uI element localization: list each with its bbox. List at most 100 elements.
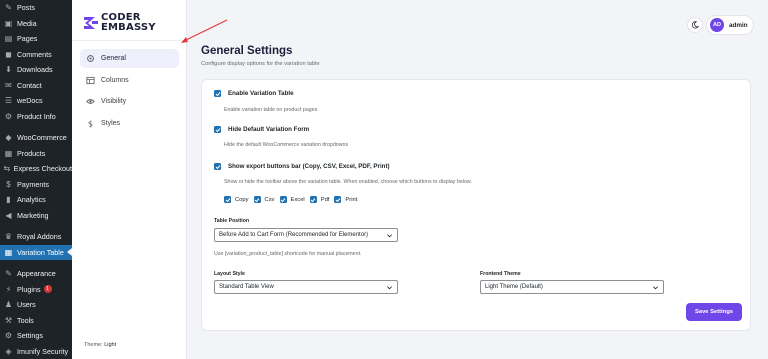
wp-menu-item[interactable]: ⚙ Settings xyxy=(0,328,72,344)
checkbox-checked-icon xyxy=(214,126,221,133)
wp-menu-label: Posts xyxy=(17,3,35,13)
shield-icon: ◈ xyxy=(5,346,12,356)
wp-menu-item[interactable]: ⚒ Tools xyxy=(0,313,72,329)
columns-icon xyxy=(86,76,95,85)
brand-name: CODER EMBASSY xyxy=(101,13,156,32)
option-label: Hide Default Variation Form xyxy=(228,126,310,133)
export-option-label: Pdf xyxy=(320,196,330,203)
wp-menu-label: Comments xyxy=(17,49,52,59)
wp-menu-item[interactable]: ▤ Pages xyxy=(0,31,72,47)
media-icon: ▣ xyxy=(4,18,13,28)
wp-menu-item[interactable]: $ Payments xyxy=(0,177,72,193)
checkbox-checked-icon xyxy=(214,90,221,97)
export-option-label: Print xyxy=(345,196,358,203)
gear-icon xyxy=(86,54,95,63)
page-title: General Settings xyxy=(201,45,293,57)
enable-variation-table-checkbox[interactable]: Enable Variation Table xyxy=(214,90,294,97)
payments-icon: $ xyxy=(6,179,11,189)
option-description: Hide the default WooCommerce variation d… xyxy=(224,142,349,148)
nav-label: General xyxy=(101,55,126,62)
option-label: Enable Variation Table xyxy=(228,90,294,97)
save-settings-button[interactable]: Save Settings xyxy=(686,303,742,321)
wp-menu-item[interactable]: ✎ Posts xyxy=(0,0,72,16)
wp-menu-item[interactable]: ▮ Analytics xyxy=(0,192,72,208)
wp-menu-label: Pages xyxy=(17,34,38,44)
table-position-select[interactable]: Before Add to Cart Form (Recommended for… xyxy=(214,228,398,242)
wp-menu-label: Royal Addons xyxy=(17,232,62,242)
wp-menu-item[interactable]: ▣ Media xyxy=(0,16,72,32)
settings-nav: General Columns Visibility $ Styles xyxy=(80,49,179,135)
export-option-label: Csv xyxy=(264,196,275,203)
brand-logo[interactable]: CODER EMBASSY xyxy=(84,13,156,32)
select-value: Light Theme (Default) xyxy=(485,284,543,290)
select-value: Standard Table View xyxy=(219,284,274,290)
wp-menu-item[interactable]: ✎ Appearance xyxy=(0,266,72,282)
mail-icon: ✉ xyxy=(5,80,12,90)
option-label: Show export buttons bar (Copy, CSV, Exce… xyxy=(228,163,390,170)
export-excel-checkbox[interactable]: Excel xyxy=(279,196,305,203)
export-copy-checkbox[interactable]: Copy xyxy=(224,196,249,203)
layout-style-label: Layout Style xyxy=(214,271,245,277)
settings-icon: ⚙ xyxy=(4,331,13,341)
wp-menu-label: Appearance xyxy=(17,269,56,279)
wp-menu-item[interactable]: ☰ weDocs xyxy=(0,93,72,109)
wp-menu-item[interactable]: ⚡ Plugins 1 xyxy=(0,282,72,298)
wrench-icon: ⚒ xyxy=(4,315,13,325)
checkout-icon: ⇆ xyxy=(3,164,11,174)
megaphone-icon: ◀ xyxy=(5,210,12,220)
chevron-down-icon xyxy=(387,286,392,290)
layout-style-select[interactable]: Standard Table View xyxy=(214,280,398,294)
nav-item-styles[interactable]: $ Styles xyxy=(80,114,179,133)
wp-menu-item[interactable]: ◼ Comments xyxy=(0,47,72,63)
wp-menu-item[interactable]: ◈ Imunify Security xyxy=(0,344,72,359)
brand-line-2: EMBASSY xyxy=(101,21,156,33)
comment-icon: ◼ xyxy=(5,49,12,59)
nav-item-visibility[interactable]: Visibility xyxy=(80,92,179,111)
wp-menu-item[interactable]: ♛ Royal Addons xyxy=(0,229,72,245)
wp-menu-item[interactable]: ✉ Contact xyxy=(0,78,72,94)
checkbox-checked-icon xyxy=(253,196,261,203)
wp-menu-item[interactable]: ▦ Variation Table xyxy=(0,244,72,260)
analytics-icon: ▮ xyxy=(6,195,11,205)
wp-menu-item[interactable]: ♟ Users xyxy=(0,297,72,313)
nav-label: Visibility xyxy=(101,98,127,105)
wp-menu-item[interactable]: ◆ WooCommerce xyxy=(0,130,72,146)
select-value: Before Add to Cart Form (Recommended for… xyxy=(219,232,369,238)
wp-admin-menu: ✎ Posts ▣ Media ▤ Pages ◼ Comments ⬇ Downloads ✉ Co… xyxy=(0,0,72,359)
brush-icon: ✎ xyxy=(5,269,12,279)
wp-menu-item[interactable]: ◀ Marketing xyxy=(0,208,72,224)
wp-menu-label: Plugins xyxy=(17,284,41,294)
nav-item-general[interactable]: General xyxy=(80,49,179,68)
nav-label: Styles xyxy=(101,119,121,127)
nav-item-columns[interactable]: Columns xyxy=(80,71,179,90)
eye-icon xyxy=(86,97,95,106)
checkbox-checked-icon xyxy=(279,196,287,203)
export-print-checkbox[interactable]: Print xyxy=(334,196,357,203)
hide-default-variation-form-checkbox[interactable]: Hide Default Variation Form xyxy=(214,126,309,133)
brand-mark-icon xyxy=(84,16,98,29)
checkbox-checked-icon xyxy=(334,196,342,203)
wp-menu-item[interactable]: ⇆ Express Checkout xyxy=(0,161,72,177)
wp-menu-item[interactable]: ⬇ Downloads xyxy=(0,62,72,78)
avatar: AD xyxy=(710,18,724,32)
wp-menu-item[interactable]: ⚙ Product Info xyxy=(0,109,72,125)
dark-mode-toggle[interactable] xyxy=(687,17,703,33)
wp-menu-item[interactable]: ▦ Products xyxy=(0,146,72,162)
wp-menu-label: Express Checkout xyxy=(13,164,72,174)
user-menu[interactable]: AD admin xyxy=(706,15,754,35)
wp-menu-label: weDocs xyxy=(17,96,43,106)
wp-menu-label: Product Info xyxy=(17,111,56,121)
show-export-buttons-checkbox[interactable]: Show export buttons bar (Copy, CSV, Exce… xyxy=(214,163,390,170)
chevron-down-icon xyxy=(387,234,392,238)
frontend-theme-select[interactable]: Light Theme (Default) xyxy=(480,280,664,294)
frontend-theme-label: Frontend Theme xyxy=(480,271,521,277)
users-icon: ♟ xyxy=(4,300,13,310)
page-subtitle: Configure display options for the variat… xyxy=(201,61,320,67)
export-pdf-checkbox[interactable]: Pdf xyxy=(309,196,330,203)
export-csv-checkbox[interactable]: Csv xyxy=(253,196,275,203)
svg-text:$: $ xyxy=(88,119,93,128)
wp-menu-label: Analytics xyxy=(17,195,46,205)
dollar-icon: $ xyxy=(86,119,95,128)
table-icon: ▦ xyxy=(4,247,13,257)
theme-label: Theme: xyxy=(84,342,103,348)
